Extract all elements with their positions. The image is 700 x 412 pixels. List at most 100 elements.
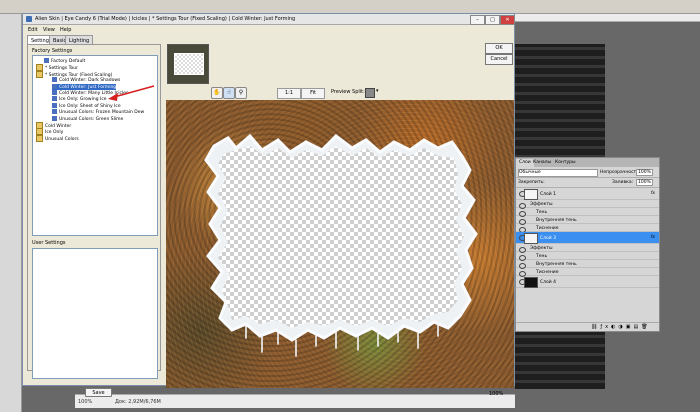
tree-item[interactable]: Ice Only: Growing Ice [52, 96, 107, 102]
tab-paths[interactable]: Контуры [552, 159, 579, 167]
icicle-frame-preview [204, 133, 478, 357]
layer-label: Тиснение [536, 270, 559, 275]
folder-icon [36, 70, 43, 78]
zoom-fit-button[interactable]: Fit [301, 88, 325, 99]
preset-icon [44, 58, 49, 63]
preview-split-swatch[interactable] [365, 88, 375, 98]
tree-item-label: Cold Winter: Dark Shadows [59, 78, 121, 84]
tree-item-label: Unusual Colors: Frozen Mountain Dew [59, 110, 145, 116]
effect-row[interactable]: Эффекты [516, 200, 659, 209]
save-button[interactable]: Save [85, 388, 112, 397]
layer-label: Внутренняя тень [536, 218, 577, 223]
tree-item-label: Factory Default [51, 59, 86, 64]
tab-channels[interactable]: Каналы [530, 159, 554, 167]
layer-thumbnail [524, 233, 538, 244]
maximize-button[interactable]: □ [485, 15, 500, 25]
effect-row[interactable]: Эффекты [516, 244, 659, 253]
menu-help[interactable]: Help [60, 27, 71, 33]
preset-icon [52, 83, 57, 89]
layer-label: Эффекты [530, 246, 553, 251]
preview-split-label: Preview Split: [331, 89, 365, 95]
settings-tabs: Settings Basic Lighting [27, 35, 167, 45]
tree-item-label: Cold Winter: Just Forming [59, 84, 117, 90]
effect-row[interactable]: Внутренняя тень [516, 216, 659, 225]
preset-icon [52, 102, 57, 108]
factory-settings-tree: Factory Default * Settings Tour * Settings… [32, 55, 158, 236]
ok-button[interactable]: OK [485, 43, 513, 54]
app-icon [26, 16, 32, 22]
menu-view[interactable]: View [43, 27, 55, 33]
layer-label: Тень [536, 210, 548, 215]
layer-thumbnail [524, 189, 538, 200]
preview-zoom-label: 100% [489, 391, 504, 397]
tree-item[interactable]: Cold Winter: Just Forming [52, 83, 117, 90]
zoom-1to1-button[interactable]: 1:1 [277, 88, 301, 99]
tree-item[interactable]: Cold Winter: Many Little Icicles [52, 90, 128, 96]
navigator-thumbnail[interactable] [167, 44, 209, 84]
preview-canvas[interactable] [166, 100, 514, 388]
tree-item[interactable]: Ice Only: Sheet of Shiny Ice [52, 102, 121, 109]
layer-label: Слой 4 [540, 280, 556, 285]
tab-lighting[interactable]: Lighting [65, 35, 94, 44]
layer-row[interactable]: Слой 1 fx [516, 188, 659, 200]
tree-item[interactable]: Unusual Colors: Frozen Mountain Dew [52, 109, 144, 115]
layers-bottom-bar: ⛓ƒx◐◑▣▤🗑 [516, 322, 659, 331]
user-settings-label: User Settings [32, 240, 66, 246]
effect-row[interactable]: Внутренняя тень [516, 260, 659, 269]
move-tool-icon[interactable]: ☝ [223, 87, 235, 99]
hand-tool-icon[interactable]: ✋ [211, 87, 223, 99]
folder-icon [36, 134, 43, 142]
factory-settings-label: Factory Settings [32, 48, 73, 54]
user-settings-list[interactable] [32, 248, 158, 379]
blend-mode-select[interactable]: Обычные [518, 169, 598, 177]
eye-candy-dialog: Alien Skin | Eye Candy 6 (Trial Mode) | … [22, 13, 515, 397]
tree-item-label: Unusual Colors: Green Slime [59, 116, 124, 122]
tree-item-label: Cold Winter: Many Little Icicles [59, 91, 129, 96]
tree-item-label: Unusual Colors [45, 136, 79, 142]
settings-pane: Factory Settings Factory Default * Settin… [27, 44, 161, 397]
status-zoom: 100% [78, 399, 93, 405]
preset-icon [52, 90, 57, 95]
photoshop-status-bar: 100% Док: 2,92M/6,76M [75, 394, 515, 408]
photoshop-toolbar [0, 14, 22, 412]
cancel-button[interactable]: Cancel [485, 54, 513, 65]
tree-item[interactable]: Unusual Colors: Green Slime [52, 115, 124, 122]
zoom-tool-icon[interactable]: ⚲ [235, 87, 247, 99]
opacity-value[interactable]: 100% [636, 169, 653, 176]
layer-thumbnail [524, 277, 538, 288]
tree-item[interactable]: Cold Winter: Dark Shadows [52, 77, 120, 83]
layer-label: Эффекты [530, 202, 553, 207]
effect-row[interactable]: Тиснение [516, 268, 659, 277]
layer-label: Тень [536, 254, 548, 259]
minimize-button[interactable]: – [470, 15, 485, 25]
layer-label: Слой 1 [540, 192, 556, 197]
photoshop-options-bar [0, 0, 700, 14]
layers-panel-tabs: Слои Каналы Контуры [516, 158, 659, 167]
layer-label: Внутренняя тень [536, 262, 577, 267]
dialog-titlebar: Alien Skin | Eye Candy 6 (Trial Mode) | … [23, 14, 515, 25]
status-doc-size: Док: 2,92M/6,76M [115, 399, 161, 405]
effect-row[interactable]: Тень [516, 208, 659, 217]
layers-panel: Слои Каналы Контуры Обычные Непрозрачнос… [515, 157, 660, 332]
fill-label: Заливка: [612, 180, 634, 185]
fill-value[interactable]: 100% [636, 179, 653, 186]
layer-row[interactable]: Слой 4 [516, 276, 659, 288]
layer-row[interactable]: Слой 3 fx [516, 232, 659, 244]
lock-label: Закрепить: [518, 180, 545, 185]
preset-icon [52, 109, 57, 115]
tree-item[interactable]: Factory Default [44, 58, 85, 64]
lock-fill-row: Закрепить: Заливка: 100% [516, 177, 659, 188]
effect-row[interactable]: Тиснение [516, 224, 659, 233]
tree-item[interactable]: Unusual Colors [36, 134, 79, 142]
layer-label: Тиснение [536, 226, 559, 231]
effect-row[interactable]: Тень [516, 252, 659, 261]
dialog-title: Alien Skin | Eye Candy 6 (Trial Mode) | … [35, 16, 296, 22]
fx-icon[interactable]: fx [651, 191, 655, 196]
preset-icon [52, 77, 57, 83]
close-button[interactable]: ✕ [500, 15, 515, 25]
menu-edit[interactable]: Edit [28, 27, 38, 33]
fx-icon[interactable]: fx [651, 235, 655, 240]
chevron-down-icon[interactable]: ▾ [376, 88, 379, 94]
preset-icon [52, 96, 57, 102]
opacity-label: Непрозрачность: [600, 170, 641, 175]
